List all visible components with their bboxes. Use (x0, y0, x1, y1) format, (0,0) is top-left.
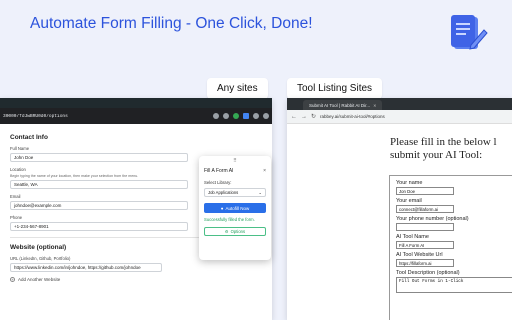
tab-close-icon[interactable]: ✕ (373, 103, 376, 108)
puzzle-icon[interactable] (243, 113, 249, 119)
options-label: Options (230, 228, 246, 234)
share-icon[interactable] (213, 113, 219, 119)
tool-description-label: Tool Description (optional) (396, 270, 460, 276)
website-field[interactable]: https://www.linkedin.com/in/johndoe, htt… (10, 263, 162, 272)
email-field[interactable]: johndoe@example.com (10, 201, 188, 210)
submit-heading-line1: Please fill in the below l (390, 136, 497, 148)
your-name-label: Your name (396, 180, 423, 186)
chevron-down-icon: ⌄ (258, 190, 262, 195)
any-sites-label: Any sites (207, 78, 268, 99)
full-name-label: Full Name (10, 146, 30, 151)
left-tab-strip (0, 98, 272, 108)
right-tab-strip: Submit AI Tool | Rabbit AI Dir... ✕ (287, 98, 512, 110)
plus-icon: + (10, 277, 15, 282)
submit-heading: Please fill in the below l submit your A… (390, 136, 497, 162)
tool-name-field[interactable]: Fill A Form AI (396, 241, 454, 249)
left-url-text[interactable]: 30000/fdJwBRU0d0/options (3, 114, 209, 119)
location-field[interactable]: Seattle, WA (10, 180, 188, 189)
back-icon[interactable]: ← (291, 114, 297, 120)
left-address-bar[interactable]: 30000/fdJwBRU0d0/options (0, 108, 272, 124)
user-icon: ● (220, 205, 224, 211)
library-select-value: Job Applications (208, 190, 239, 195)
tool-url-field[interactable]: https://fillaform.ai (396, 259, 454, 267)
tool-listing-sites-label: Tool Listing Sites (287, 78, 383, 99)
browser-tab[interactable]: Submit AI Tool | Rabbit AI Dir... ✕ (303, 100, 383, 110)
phone-number-label: Your phone number (optional) (396, 216, 469, 222)
forward-icon[interactable]: → (301, 114, 307, 120)
options-button[interactable]: ⚙ Options (204, 226, 266, 236)
full-name-field[interactable]: John Doe (10, 153, 188, 162)
profile-icon[interactable] (263, 113, 269, 119)
your-email-field[interactable]: connect@fillaform.ai (396, 205, 454, 213)
submit-form: Your name Jon Doe Your email connect@fil… (389, 175, 512, 320)
extension-icon[interactable] (233, 113, 239, 119)
right-address-bar[interactable]: ← → ↻ rabbey.ai/submit-ai-tool/#options (287, 110, 512, 124)
your-email-label: Your email (396, 198, 422, 204)
autofill-now-button[interactable]: ● Autofill Now (204, 203, 266, 213)
tool-url-label: AI Tool Website Url (396, 252, 443, 258)
close-icon[interactable]: × (263, 168, 266, 174)
fill-a-form-popup: ⠿ Fill A Form AI × Select Library: Job A… (199, 156, 271, 260)
drag-handle-icon[interactable]: ⠿ (204, 159, 266, 164)
right-url-text[interactable]: rabbey.ai/submit-ai-tool/#options (320, 114, 385, 119)
library-label: Select Library: (204, 180, 232, 185)
library-select[interactable]: Job Applications ⌄ (204, 188, 266, 197)
popup-title: Fill A Form AI (204, 168, 234, 174)
phone-number-field[interactable] (396, 223, 454, 231)
tab-title: Submit AI Tool | Rabbit AI Dir... (309, 102, 371, 108)
phone-field[interactable]: +1-234-567-8901 (10, 222, 188, 231)
headline: Automate Form Filling - One Click, Done! (30, 15, 313, 32)
submit-heading-line2: submit your AI Tool: (390, 149, 483, 161)
star-icon[interactable] (223, 113, 229, 119)
form-ai-logo-icon (451, 15, 488, 50)
tool-name-label: AI Tool Name (396, 234, 429, 240)
add-website-label: Add Another Website (18, 277, 61, 282)
contact-info-heading: Contact Info (10, 134, 48, 141)
add-website-button[interactable]: + Add Another Website (10, 277, 262, 282)
right-browser-window: Submit AI Tool | Rabbit AI Dir... ✕ ← → … (287, 98, 512, 320)
sidebar-icon[interactable] (253, 113, 259, 119)
tool-description-field[interactable]: Fill Out Forms in 1-Click (396, 277, 512, 293)
your-name-field[interactable]: Jon Doe (396, 187, 454, 195)
success-message: Successfully filled the form. (204, 217, 255, 222)
gear-icon: ⚙ (224, 228, 229, 234)
autofill-now-label: Autofill Now (225, 205, 250, 211)
reload-icon[interactable]: ↻ (311, 113, 316, 120)
